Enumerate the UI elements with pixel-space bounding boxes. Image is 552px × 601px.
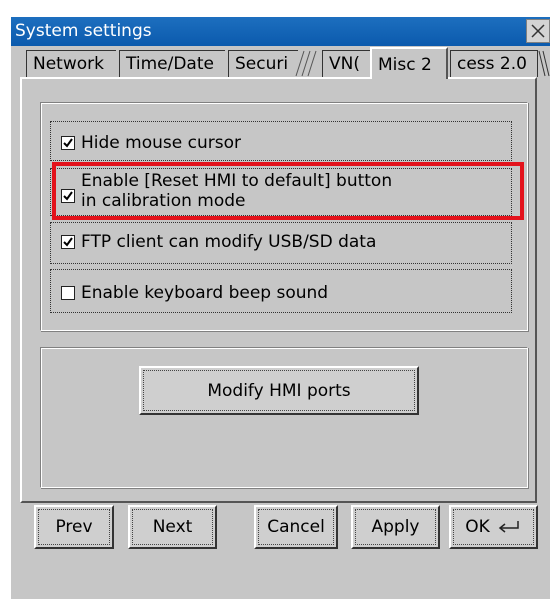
keyboard-beep-label: Enable keyboard beep sound — [81, 283, 329, 303]
next-label: Next — [152, 517, 193, 537]
keyboard-beep-checkbox[interactable] — [61, 286, 75, 300]
prev-label: Prev — [55, 517, 93, 537]
ftp-modify-usb-checkbox[interactable] — [61, 235, 75, 249]
tab-network-label: Network — [33, 54, 104, 74]
tab-access-2-label: cess 2.0 — [457, 54, 527, 74]
close-button[interactable] — [526, 19, 550, 43]
option-enable-reset-hmi[interactable]: Enable [Reset HMI to default] button in … — [50, 168, 512, 216]
tab-scroll-edge-icon — [538, 50, 550, 77]
close-icon — [531, 24, 545, 38]
enter-icon — [498, 521, 519, 533]
ok-button[interactable]: OK — [449, 505, 538, 549]
cancel-button[interactable]: Cancel — [254, 505, 338, 549]
check-icon — [63, 191, 73, 201]
option-ftp-modify-usb[interactable]: FTP client can modify USB/SD data — [50, 222, 512, 264]
tab-misc-2[interactable]: Misc 2 — [370, 47, 448, 79]
tab-time-date[interactable]: Time/Date — [119, 50, 225, 77]
tab-security[interactable]: Securi — [228, 50, 298, 77]
enable-reset-hmi-checkbox[interactable] — [61, 189, 75, 203]
ftp-modify-usb-label: FTP client can modify USB/SD data — [81, 232, 377, 252]
tab-separator-icon — [295, 50, 317, 77]
hide-mouse-cursor-label: Hide mouse cursor — [81, 133, 241, 153]
ok-label: OK — [465, 517, 490, 537]
window-title: System settings — [15, 21, 152, 41]
modify-hmi-ports-button[interactable]: Modify HMI ports — [139, 366, 419, 415]
prev-button[interactable]: Prev — [34, 505, 114, 549]
enable-reset-hmi-label-line1: Enable [Reset HMI to default] button — [81, 171, 393, 191]
option-hide-mouse-cursor[interactable]: Hide mouse cursor — [50, 121, 512, 161]
tab-vnc[interactable]: VN( — [322, 50, 370, 77]
next-button[interactable]: Next — [128, 505, 217, 549]
cancel-label: Cancel — [267, 517, 325, 537]
tab-vnc-label: VN( — [329, 54, 360, 74]
option-keyboard-beep[interactable]: Enable keyboard beep sound — [50, 269, 512, 313]
check-icon — [63, 237, 73, 247]
check-icon — [63, 138, 73, 148]
tab-network[interactable]: Network — [26, 50, 116, 77]
enable-reset-hmi-label-line2: in calibration mode — [81, 191, 246, 211]
apply-button[interactable]: Apply — [351, 505, 440, 549]
tab-access-2[interactable]: cess 2.0 — [450, 50, 538, 77]
modify-hmi-ports-label: Modify HMI ports — [207, 380, 351, 401]
title-bar[interactable]: System settings — [11, 17, 550, 46]
tab-misc-2-label: Misc 2 — [378, 55, 432, 75]
tab-security-label: Securi — [235, 54, 289, 74]
hide-mouse-cursor-checkbox[interactable] — [61, 136, 75, 150]
apply-label: Apply — [371, 517, 420, 537]
tab-time-date-label: Time/Date — [126, 54, 214, 74]
